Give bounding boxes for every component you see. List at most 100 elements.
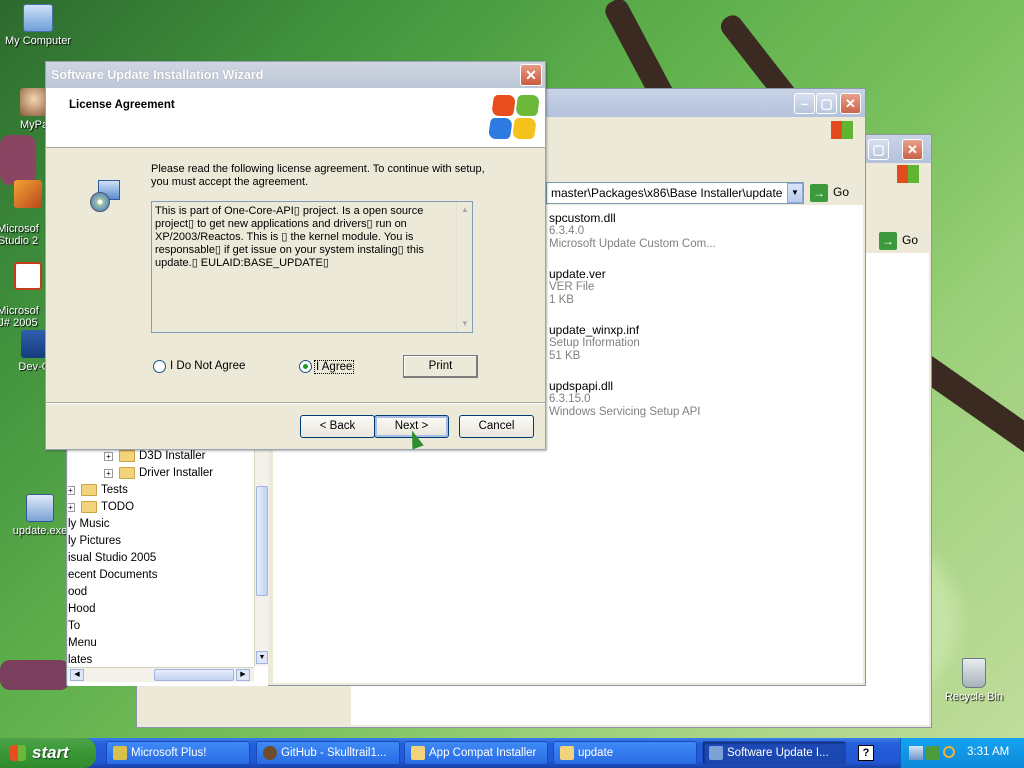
license-scrollbar[interactable]: ▲ ▼ bbox=[456, 202, 472, 332]
file-item[interactable]: update.ver VER File 1 KB bbox=[549, 268, 606, 307]
tree-item[interactable]: ly Music bbox=[68, 518, 110, 530]
go-button[interactable]: → Go bbox=[810, 182, 849, 202]
tree-vertical-scrollbar[interactable]: ▼ bbox=[254, 446, 269, 666]
windows-logo-icon bbox=[10, 745, 26, 761]
setup-package-icon bbox=[90, 180, 122, 212]
folder-icon bbox=[81, 501, 97, 513]
tree-item[interactable]: + Driver Installer bbox=[104, 467, 213, 479]
license-textbox[interactable]: This is part of One-Core-API▯ project. I… bbox=[151, 201, 473, 333]
system-tray: 3:31 AM bbox=[900, 738, 1024, 768]
folder-icon bbox=[119, 450, 135, 462]
minimize-button[interactable]: – bbox=[794, 93, 815, 114]
expand-icon[interactable]: + bbox=[68, 485, 75, 495]
file-detail: 51 KB bbox=[549, 350, 581, 362]
file-detail: 6.3.4.0 bbox=[549, 225, 585, 237]
file-detail: Windows Servicing Setup API bbox=[549, 406, 701, 418]
expand-icon[interactable]: + bbox=[68, 502, 75, 512]
file-detail: 1 KB bbox=[549, 294, 574, 306]
page-title: License Agreement bbox=[69, 99, 175, 111]
print-button[interactable]: Print bbox=[403, 355, 478, 378]
tree-horizontal-scrollbar[interactable]: ◀ ▶ bbox=[68, 667, 254, 682]
desktop-icon-label: Microsof J# 2005 bbox=[0, 305, 39, 329]
tree-item[interactable]: + TODO bbox=[68, 501, 134, 513]
clock[interactable]: 3:31 AM bbox=[967, 746, 1009, 758]
expand-icon[interactable]: + bbox=[104, 468, 113, 478]
radio-agree-label[interactable]: I Agree bbox=[314, 360, 355, 374]
file-detail: 6.3.15.0 bbox=[549, 393, 591, 405]
desktop-icon-label: Recycle Bin bbox=[944, 691, 1004, 703]
windows-logo-icon bbox=[486, 93, 543, 141]
file-detail: VER File bbox=[549, 281, 595, 293]
tree-item[interactable]: Menu bbox=[68, 637, 97, 649]
desktop-icon-label: Microsof Studio 2 bbox=[0, 223, 39, 247]
radio-selected-dot bbox=[303, 364, 308, 369]
task-button[interactable]: App Compat Installer bbox=[404, 741, 548, 765]
tree-item[interactable]: + Tests bbox=[68, 484, 128, 496]
scroll-right-arrow[interactable]: ▶ bbox=[236, 669, 250, 681]
file-name: update.ver bbox=[549, 267, 606, 281]
file-item[interactable]: update_winxp.inf Setup Information 51 KB bbox=[549, 324, 640, 363]
tree-item[interactable]: lates bbox=[68, 654, 92, 666]
dialog-titlebar[interactable]: Software Update Installation Wizard ✕ bbox=[46, 62, 545, 88]
windows-flag-icon bbox=[831, 121, 853, 139]
windows-flag-icon bbox=[897, 165, 919, 183]
scroll-down-arrow[interactable]: ▼ bbox=[256, 651, 268, 664]
scroll-left-arrow[interactable]: ◀ bbox=[70, 669, 84, 681]
close-button[interactable]: ✕ bbox=[840, 93, 861, 114]
desktop-icon-my-computer[interactable]: My Computer bbox=[0, 4, 76, 47]
address-bar[interactable]: master\Packages\x86\Base Installer\updat… bbox=[546, 182, 804, 204]
tree-item[interactable]: Hood bbox=[68, 603, 96, 615]
desktop-icon-label: My Computer bbox=[4, 35, 72, 47]
update-icon[interactable] bbox=[926, 746, 940, 760]
tree-item[interactable]: isual Studio 2005 bbox=[68, 552, 156, 564]
close-button[interactable]: ✕ bbox=[902, 139, 923, 160]
file-item[interactable]: updspapi.dll 6.3.15.0 Windows Servicing … bbox=[549, 380, 701, 419]
desktop-icon-recycle-bin[interactable]: Recycle Bin bbox=[936, 658, 1012, 703]
tree-item[interactable]: + D3D Installer bbox=[104, 450, 205, 462]
radio-agree[interactable] bbox=[299, 360, 312, 373]
start-button[interactable]: start bbox=[0, 738, 96, 768]
file-name: updspapi.dll bbox=[549, 379, 614, 393]
scrollbar-thumb[interactable] bbox=[154, 669, 234, 681]
go-button-rear[interactable]: → Go bbox=[879, 230, 918, 250]
go-arrow-icon: → bbox=[810, 183, 828, 202]
wallpaper-vine bbox=[0, 660, 70, 690]
maximize-button[interactable]: ▢ bbox=[816, 93, 837, 114]
task-button-active[interactable]: Software Update I... bbox=[702, 741, 846, 765]
tree-item[interactable]: ecent Documents bbox=[68, 569, 158, 581]
button-divider bbox=[46, 402, 545, 404]
search-icon[interactable] bbox=[943, 746, 955, 758]
task-button[interactable]: Microsoft Plus! bbox=[106, 741, 250, 765]
scroll-up-arrow[interactable]: ▲ bbox=[458, 203, 472, 217]
tree-item[interactable]: ly Pictures bbox=[68, 535, 121, 547]
radio-disagree-label[interactable]: I Do Not Agree bbox=[170, 360, 245, 372]
network-icon[interactable] bbox=[909, 746, 923, 760]
dialog-header: License Agreement bbox=[46, 88, 545, 148]
file-detail: Setup Information bbox=[549, 337, 640, 349]
scroll-down-arrow[interactable]: ▼ bbox=[458, 317, 472, 331]
tree-item[interactable]: ood bbox=[68, 586, 87, 598]
file-item[interactable]: spcustom.dll 6.3.4.0 Microsoft Update Cu… bbox=[549, 212, 716, 251]
address-dropdown-button[interactable]: ▼ bbox=[787, 183, 803, 203]
cancel-button[interactable]: Cancel bbox=[459, 415, 534, 438]
maximize-button[interactable]: ▢ bbox=[868, 139, 889, 160]
dialog-title: Software Update Installation Wizard bbox=[51, 68, 264, 82]
folder-icon bbox=[119, 467, 135, 479]
help-button[interactable]: ? bbox=[858, 745, 874, 761]
scrollbar-thumb[interactable] bbox=[256, 486, 268, 596]
plus-icon bbox=[113, 746, 127, 760]
close-button[interactable]: ✕ bbox=[520, 64, 542, 86]
tree-item[interactable]: To bbox=[68, 620, 80, 632]
folder-tree: + D3D Installer + Driver Installer + Tests … bbox=[68, 446, 268, 686]
back-button[interactable]: < Back bbox=[300, 415, 375, 438]
task-button[interactable]: GitHub - Skulltrail1... bbox=[256, 741, 400, 765]
task-button[interactable]: update bbox=[553, 741, 697, 765]
computer-icon bbox=[23, 4, 53, 32]
folder-icon bbox=[81, 484, 97, 496]
license-text: This is part of One-Core-API▯ project. I… bbox=[155, 205, 424, 269]
vjsharp-icon bbox=[14, 262, 42, 290]
people-icon bbox=[20, 88, 48, 116]
go-arrow-icon: → bbox=[879, 231, 897, 250]
expand-icon[interactable]: + bbox=[104, 451, 113, 461]
radio-disagree[interactable] bbox=[153, 360, 166, 373]
